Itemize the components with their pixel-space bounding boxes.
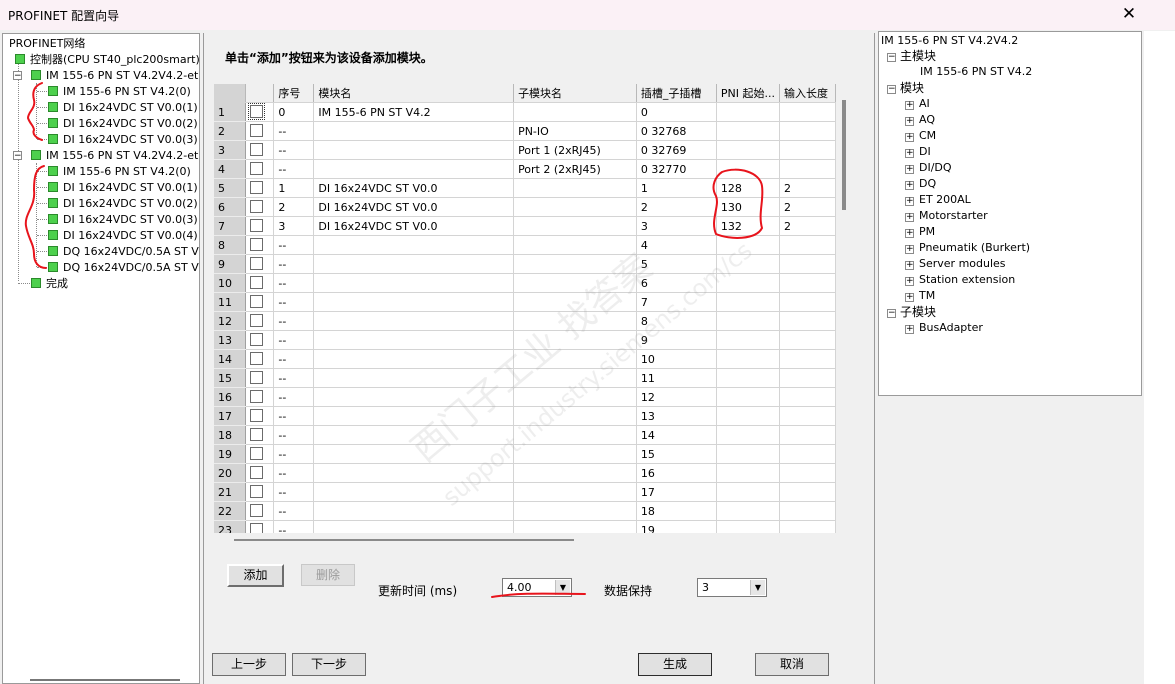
annotation-underline-update-time [491, 592, 586, 598]
annotation-overlay [24, 82, 764, 598]
annotation-bracket-device1 [26, 82, 43, 141]
annotation-loop-pni [712, 168, 764, 239]
annotation-bracket-device2 [24, 165, 47, 269]
